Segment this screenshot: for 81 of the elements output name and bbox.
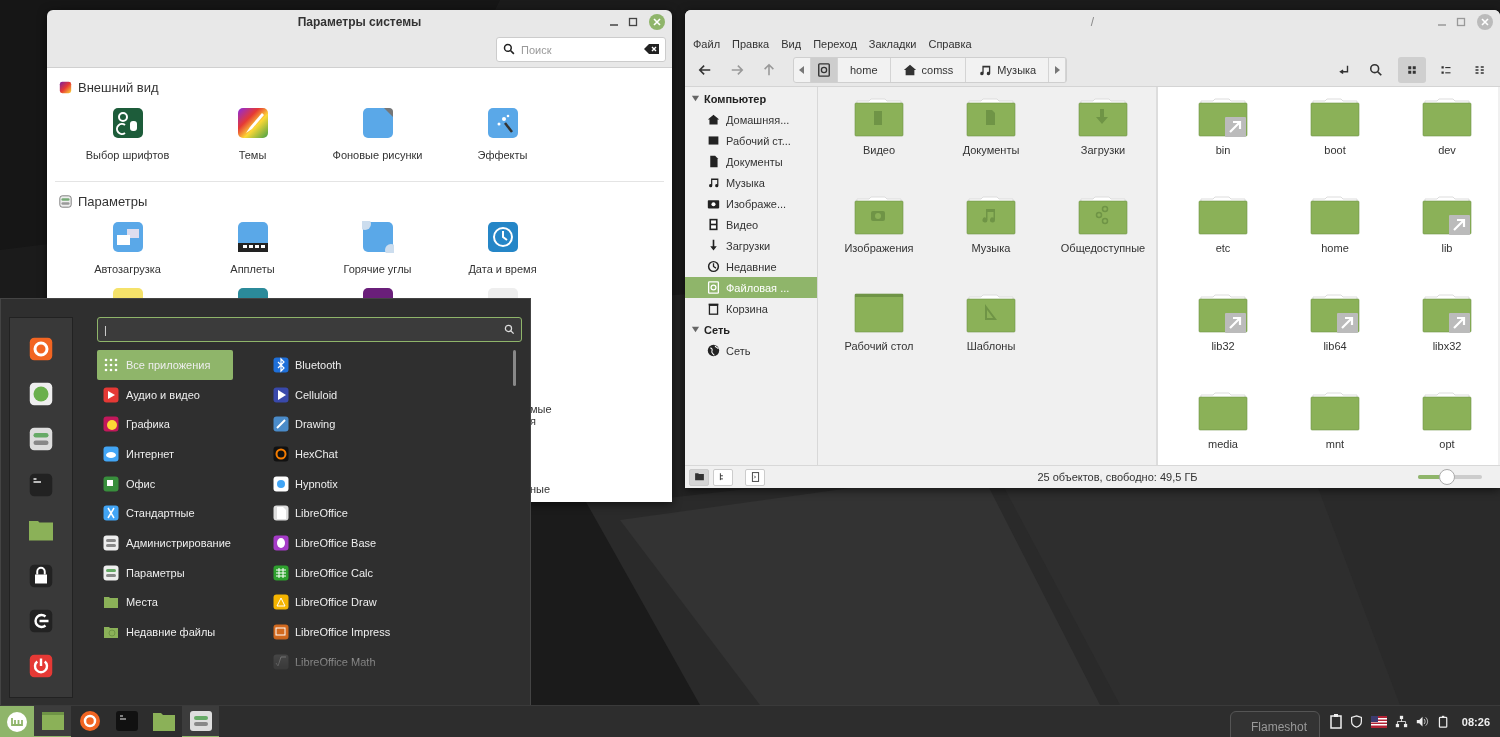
- app-item[interactable]: LibreOffice Draw: [269, 587, 522, 618]
- sidebar-item[interactable]: Сеть: [685, 340, 817, 361]
- app-item[interactable]: LibreOffice Calc: [269, 557, 522, 588]
- folder-name[interactable]: libx32: [1432, 340, 1462, 352]
- menu-item[interactable]: Справка: [922, 36, 978, 54]
- partial-label: мые: [530, 403, 552, 415]
- path-segment[interactable]: home: [838, 58, 891, 82]
- folder-name[interactable]: Общедоступные: [1060, 242, 1146, 254]
- sidebar-item[interactable]: Видео: [685, 214, 817, 235]
- folder-name[interactable]: Рабочий стол: [844, 340, 914, 352]
- folder-name[interactable]: dev: [1438, 144, 1456, 156]
- category-item[interactable]: Стандартные: [97, 498, 233, 529]
- app-item[interactable]: HexChat: [269, 439, 522, 469]
- sidebar-item[interactable]: Загрузки: [685, 235, 817, 256]
- folder-name[interactable]: Документы: [962, 144, 1020, 156]
- app-item[interactable]: Drawing: [269, 409, 522, 440]
- folder-name[interactable]: boot: [1324, 144, 1346, 156]
- folder-name[interactable]: lib64: [1323, 340, 1347, 352]
- folder-name[interactable]: lib32: [1211, 340, 1235, 352]
- settings-item[interactable]: Темы: [238, 149, 267, 161]
- sidebar-heading: Компьютер: [704, 92, 767, 105]
- app-item[interactable]: LibreOffice Base: [269, 528, 522, 558]
- category-item[interactable]: Параметры: [97, 557, 233, 588]
- window-title: /: [1090, 15, 1095, 29]
- sidebar-item[interactable]: Рабочий ст...: [685, 130, 817, 151]
- folder-name[interactable]: etc: [1215, 242, 1231, 254]
- settings-item[interactable]: Выбор шрифтов: [85, 149, 170, 161]
- category-item[interactable]: Графика: [97, 409, 233, 440]
- folder-name[interactable]: Загрузки: [1080, 144, 1126, 156]
- sidebar-item[interactable]: Домашняя...: [685, 109, 817, 130]
- menu-search-field[interactable]: |: [97, 317, 522, 342]
- app-item[interactable]: LibreOffice Math: [269, 646, 522, 675]
- sidebar-item[interactable]: Недавние: [685, 256, 817, 277]
- category-item[interactable]: Офис: [97, 468, 233, 499]
- sidebar-item[interactable]: Документы: [685, 151, 817, 172]
- folder-name[interactable]: Видео: [862, 144, 896, 156]
- partial-label: ные: [530, 483, 551, 495]
- partial-label: я: [530, 415, 536, 427]
- folder-name[interactable]: Изображения: [844, 242, 914, 254]
- app-item[interactable]: LibreOffice Impress: [269, 617, 522, 647]
- folder-name[interactable]: Музыка: [971, 242, 1011, 254]
- folder-name[interactable]: opt: [1439, 438, 1455, 450]
- category-item[interactable]: Интернет: [97, 439, 233, 469]
- settings-item[interactable]: Эффекты: [477, 149, 528, 161]
- app-item[interactable]: Bluetooth: [269, 350, 522, 380]
- sidebar-item[interactable]: Корзина: [685, 298, 817, 319]
- settings-item[interactable]: Горячие углы: [343, 263, 412, 275]
- folder-name[interactable]: lib: [1441, 242, 1453, 254]
- menu-item[interactable]: Правка: [726, 36, 776, 54]
- app-item[interactable]: LibreOffice: [269, 498, 522, 529]
- settings-item[interactable]: Фоновые рисунки: [332, 149, 423, 161]
- settings-item[interactable]: Апплеты: [230, 263, 275, 275]
- category-item[interactable]: Аудио и видео: [97, 379, 233, 410]
- sidebar-item[interactable]: Изображе...: [685, 193, 817, 214]
- sidebar-heading: Сеть: [704, 323, 731, 336]
- folder-name[interactable]: Шаблоны: [966, 340, 1016, 352]
- path-segment[interactable]: comss: [890, 58, 967, 82]
- folder-name[interactable]: bin: [1215, 144, 1231, 156]
- path-segment[interactable]: Музыка: [966, 58, 1050, 82]
- section-title: Внешний вид: [78, 80, 159, 95]
- menu-item[interactable]: Файл: [687, 36, 727, 54]
- app-item[interactable]: Celluloid: [269, 379, 522, 410]
- app-item[interactable]: Hypnotix: [269, 468, 522, 499]
- settings-item[interactable]: Дата и время: [468, 263, 537, 275]
- menu-item[interactable]: Переход: [807, 36, 863, 54]
- status-text: 25 объектов, свободно: 49,5 ГБ: [1036, 471, 1198, 483]
- category-item[interactable]: Администрирование: [97, 528, 233, 558]
- folder-name[interactable]: home: [1321, 242, 1349, 254]
- search-field[interactable]: Поиск: [496, 37, 666, 62]
- window-title: Параметры системы: [297, 15, 422, 29]
- sidebar-item[interactable]: Музыка: [685, 172, 817, 193]
- category-item[interactable]: Недавние файлы: [97, 617, 233, 647]
- menu-item[interactable]: Закладки: [862, 36, 923, 54]
- clock[interactable]: 08:26: [1461, 715, 1490, 728]
- folder-name[interactable]: media: [1208, 438, 1238, 450]
- settings-item[interactable]: Автозагрузка: [94, 263, 161, 275]
- tooltip: Flameshot: [1230, 711, 1320, 737]
- menu-item[interactable]: Вид: [775, 36, 808, 54]
- category-item[interactable]: Места: [97, 587, 233, 618]
- section-title: Параметры: [78, 194, 148, 209]
- folder-name[interactable]: mnt: [1325, 438, 1345, 450]
